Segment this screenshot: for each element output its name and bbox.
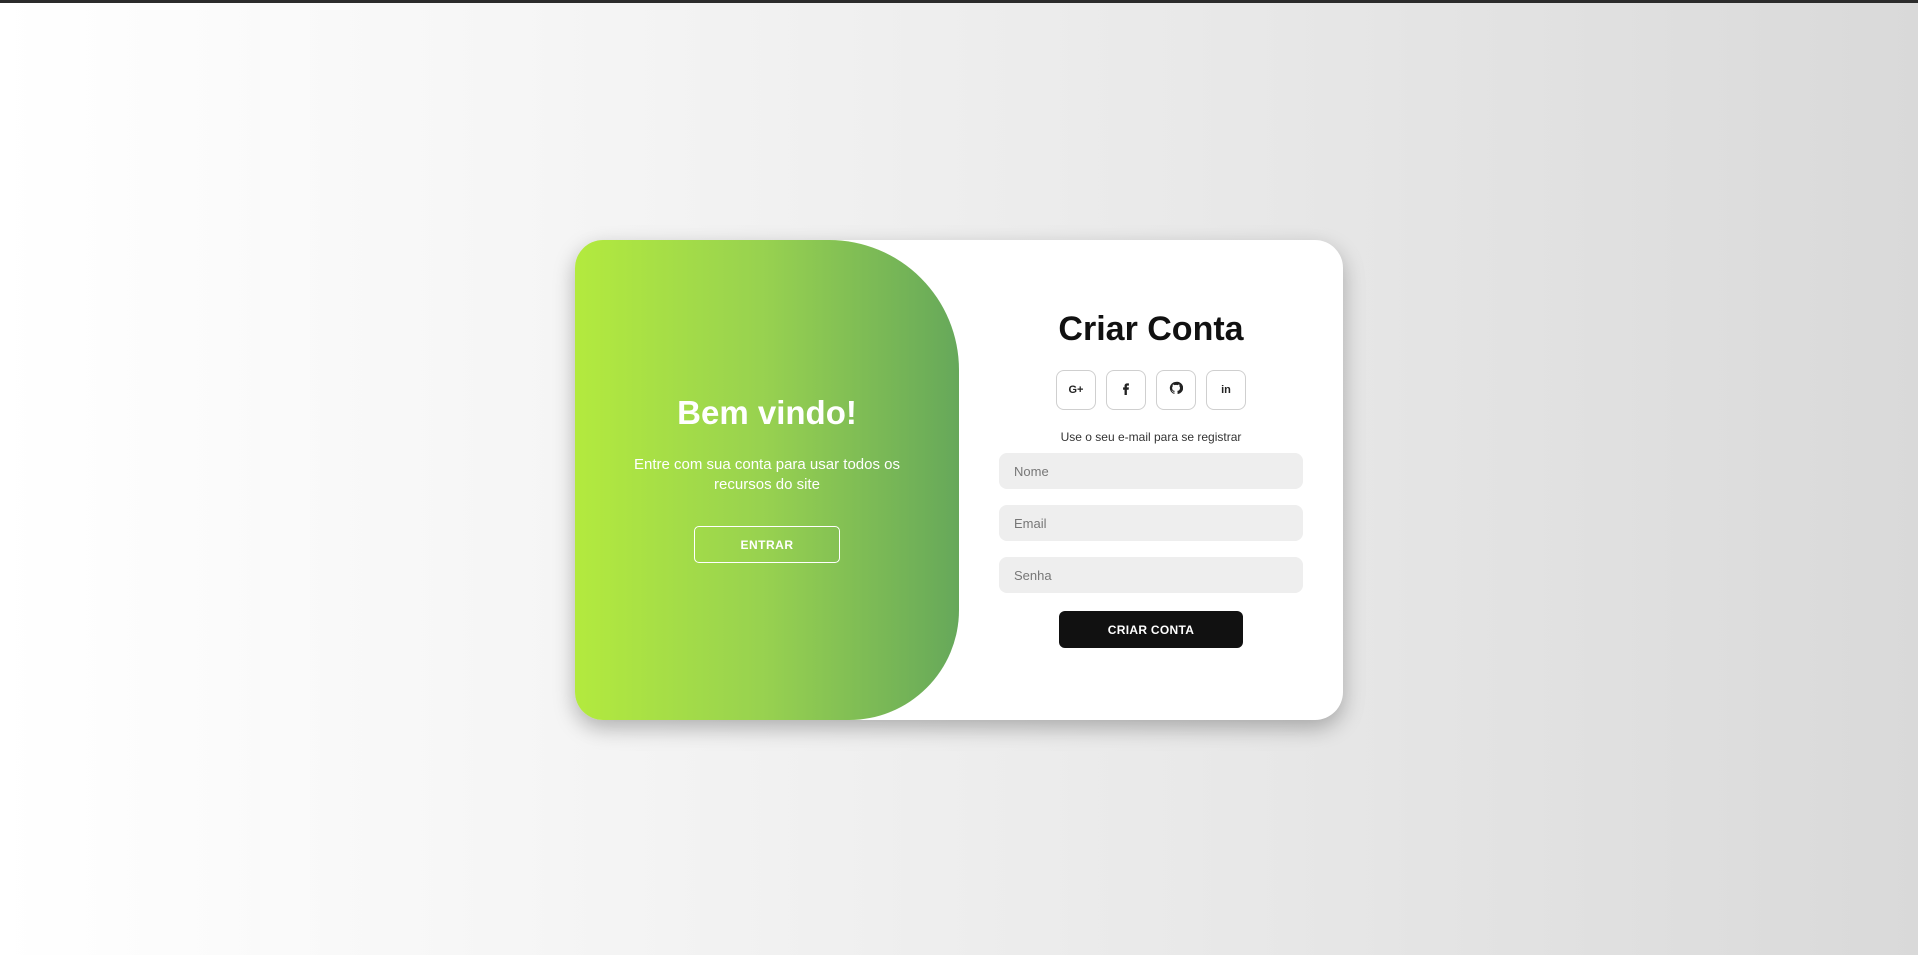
google-plus-button[interactable]: G+	[1056, 370, 1096, 410]
name-field[interactable]	[999, 453, 1303, 489]
linkedin-icon: in	[1221, 384, 1231, 396]
email-field[interactable]	[999, 505, 1303, 541]
welcome-text: Entre com sua conta para usar todos os r…	[634, 456, 900, 493]
social-buttons: G+ in	[959, 370, 1343, 410]
create-account-button[interactable]: CRIAR CONTA	[1059, 611, 1243, 648]
welcome-title: Bem vindo!	[677, 394, 857, 431]
auth-card: Bem vindo! Entre com sua conta para usar…	[575, 240, 1343, 720]
google-plus-icon: G+	[1068, 384, 1084, 396]
facebook-icon	[1119, 381, 1133, 400]
register-form: Criar Conta G+ in Use o seu e-mail para …	[959, 240, 1343, 720]
github-icon	[1169, 381, 1184, 400]
github-button[interactable]	[1156, 370, 1196, 410]
welcome-panel: Bem vindo! Entre com sua conta para usar…	[575, 240, 959, 720]
password-field[interactable]	[999, 557, 1303, 593]
top-border-line	[0, 0, 1918, 3]
facebook-button[interactable]	[1106, 370, 1146, 410]
linkedin-button[interactable]: in	[1206, 370, 1246, 410]
login-button[interactable]: ENTRAR	[694, 526, 840, 563]
register-hint: Use o seu e-mail para se registrar	[1060, 430, 1242, 444]
register-title: Criar Conta	[1058, 310, 1244, 348]
